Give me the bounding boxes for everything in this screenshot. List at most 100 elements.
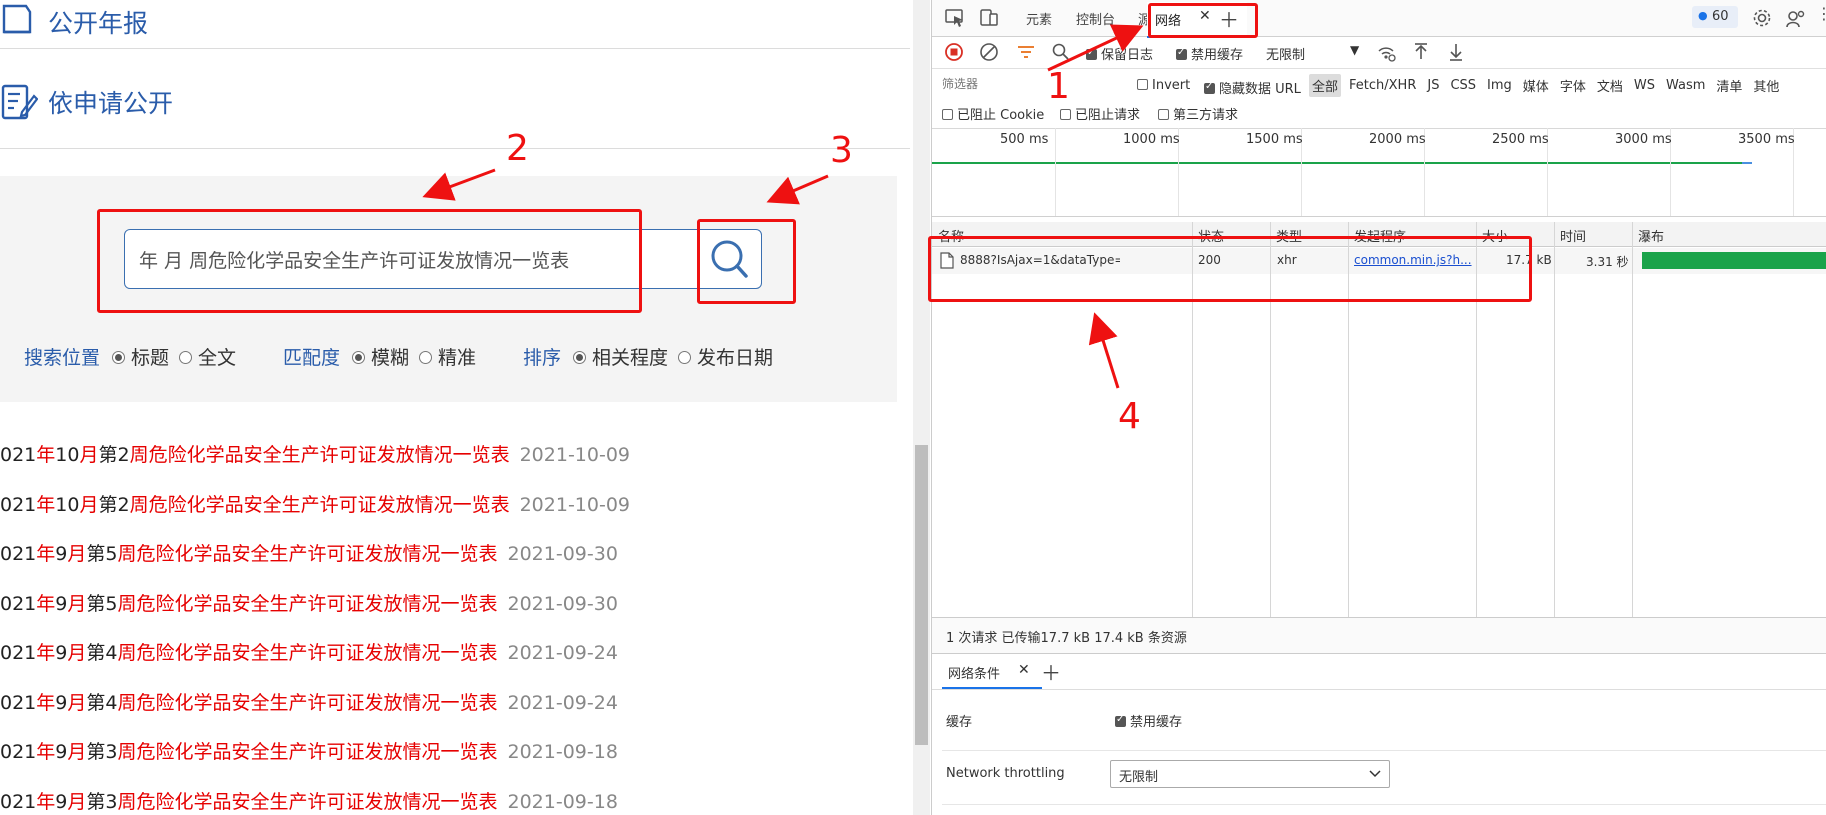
request-status: 200 [1198,253,1221,267]
clear-icon[interactable] [979,42,1001,64]
add-tab-icon[interactable]: ＋ [1041,657,1061,686]
radio-label: 标题 [131,347,170,369]
blocked-requests-checkbox[interactable]: 已阻止请求 [1060,104,1140,123]
filter-input[interactable] [940,74,1124,94]
settings-gear-icon[interactable] [1751,7,1773,29]
column-divider[interactable] [1348,222,1349,617]
column-divider[interactable] [1554,222,1555,617]
issues-badge[interactable]: ● 60 [1692,6,1738,28]
add-tab-icon[interactable]: ＋ [1219,4,1239,33]
type-filter-chip[interactable]: CSS [1447,76,1479,95]
issues-icon: ● [1698,9,1708,22]
column-header[interactable]: 类型 [1276,226,1302,245]
search-result-item[interactable]: 021年9月第3周危险化学品安全生产许可证发放情况一览表 2021-09-18 [0,787,618,814]
result-date: 2021-10-09 [519,444,631,466]
tab-network-label: 网络 [1155,14,1182,29]
invert-label: Invert [1152,78,1191,93]
type-filter-chip[interactable]: Fetch/XHR [1346,76,1419,95]
network-throttling-select[interactable]: 无限制 [1110,760,1390,788]
type-filter-chip[interactable]: WS [1631,76,1658,95]
annotation-number: 3 [830,130,853,171]
record-stop-icon[interactable] [944,42,966,64]
radio-date[interactable] [678,351,692,364]
network-conditions-drawer: 缓存 禁用缓存 Network throttling [932,690,1826,815]
search-icon[interactable] [1051,42,1073,64]
filter-icon[interactable] [1016,42,1038,64]
search-input[interactable] [139,230,609,288]
radio-fuzzy[interactable] [352,351,366,364]
disable-cache-checkbox[interactable]: 禁用缓存 [1176,44,1243,63]
column-header[interactable]: 发起程序 [1354,226,1406,245]
device-toolbar-icon[interactable] [978,7,1000,29]
search-result-item[interactable]: 021年10月第2周危险化学品安全生产许可证发放情况一览表 2021-10-09 [0,440,630,467]
type-filter-chip[interactable]: 字体 [1557,74,1589,97]
network-toolbar: 保留日志 禁用缓存 无限制 ▼ [932,36,1826,69]
search-result-item[interactable]: 021年9月第4周危险化学品安全生产许可证发放情况一览表 2021-09-24 [0,688,618,715]
search-result-item[interactable]: 021年9月第3周危险化学品安全生产许可证发放情况一览表 2021-09-18 [0,737,618,764]
result-title-segment: 021 [0,692,37,714]
column-header[interactable]: 瀑布 [1638,226,1664,245]
tab-elements[interactable]: 元素 [1026,9,1052,28]
search-result-item[interactable]: 021年9月第5周危险化学品安全生产许可证发放情况一览表 2021-09-30 [0,539,618,566]
search-icon [711,240,748,278]
customize-devtools-icon[interactable] [1784,7,1806,29]
network-overview-timeline[interactable]: 500 ms 1000 ms 1500 ms 2000 ms 2500 ms 3000 m… [932,128,1826,217]
page-scrollbar-thumb[interactable] [915,445,928,745]
type-filter-chip[interactable]: 文档 [1594,74,1626,97]
close-tab-icon[interactable]: ✕ [1018,662,1030,678]
blocked-cookies-checkbox[interactable]: 已阻止 Cookie [942,104,1044,123]
preserve-log-checkbox[interactable]: 保留日志 [1086,44,1153,63]
tab-console[interactable]: 控制台 [1076,9,1115,28]
request-name[interactable]: 8888?IsAjax=1&dataType=html&_=... [960,253,1120,267]
type-filter-chip[interactable]: 清单 [1713,74,1745,97]
network-conditions-icon[interactable] [1376,42,1398,64]
type-filter-chip[interactable]: 媒体 [1520,74,1552,97]
nav-item-apply-disclosure[interactable]: 依申请公开 [0,82,910,122]
result-title-segment: 第4 [86,692,118,714]
search-result-item[interactable]: 021年9月第4周危险化学品安全生产许可证发放情况一览表 2021-09-24 [0,638,618,665]
column-header[interactable]: 状态 [1198,226,1224,245]
request-initiator-link[interactable]: common.min.js?h... [1354,253,1472,267]
column-header[interactable]: 名称 [938,226,964,245]
third-party-checkbox[interactable]: 第三方请求 [1158,104,1238,123]
radio-fulltext[interactable] [179,351,193,364]
column-divider[interactable] [1192,222,1193,617]
column-header[interactable]: 大小 [1482,226,1508,245]
invert-checkbox[interactable]: Invert [1137,78,1190,93]
column-divider[interactable] [1270,222,1271,617]
close-tab-icon[interactable]: ✕ [1199,8,1211,24]
type-filter-chip[interactable]: Wasm [1663,76,1708,95]
type-filter-chip[interactable]: Img [1484,76,1515,95]
type-filter-chip[interactable]: JS [1424,76,1442,95]
more-menu-icon[interactable]: ⋮ [1816,4,1826,23]
result-title-segment: 月 [79,444,99,466]
option-label: 搜索位置 [24,347,101,369]
column-header[interactable]: 时间 [1560,226,1586,245]
radio-relevance[interactable] [573,351,587,364]
radio-title[interactable] [112,351,126,364]
radio-exact[interactable] [419,351,433,364]
hide-data-urls-checkbox[interactable]: 隐藏数据 URL [1204,78,1301,97]
tab-network-conditions[interactable]: 网络条件 ✕ [942,653,1042,689]
timeline-tick-label: 2000 ms [1369,132,1426,147]
chevron-down-icon[interactable]: ▼ [1350,43,1359,57]
drawer-disable-cache-checkbox[interactable]: 禁用缓存 [1115,711,1182,730]
column-divider[interactable] [1476,222,1477,617]
search-result-item[interactable]: 021年9月第5周危险化学品安全生产许可证发放情况一览表 2021-09-30 [0,589,618,616]
export-har-icon[interactable] [1446,42,1468,64]
import-har-icon[interactable] [1411,42,1433,64]
search-result-item[interactable]: 021年10月第2周危险化学品安全生产许可证发放情况一览表 2021-10-09 [0,490,630,517]
result-title-segment: 021 [0,642,37,664]
request-size: 17.7 kB [1506,253,1552,267]
search-button[interactable] [697,230,761,288]
tab-network[interactable]: 网络 ✕ ＋ [1147,2,1247,38]
result-title-segment: 年 [36,642,56,664]
result-title-segment: 第5 [86,543,118,565]
nav-item-annual-report[interactable]: 公开年报 [0,2,910,42]
table-row[interactable]: 8888?IsAjax=1&dataType=html&_=... 200 xh… [932,248,1826,274]
throttle-dropdown[interactable]: 无限制 [1266,44,1305,63]
type-filter-chip[interactable]: 全部 [1309,73,1342,97]
inspect-element-icon[interactable] [944,7,966,29]
type-filter-chip[interactable]: 其他 [1750,74,1782,97]
column-divider[interactable] [1632,222,1633,617]
